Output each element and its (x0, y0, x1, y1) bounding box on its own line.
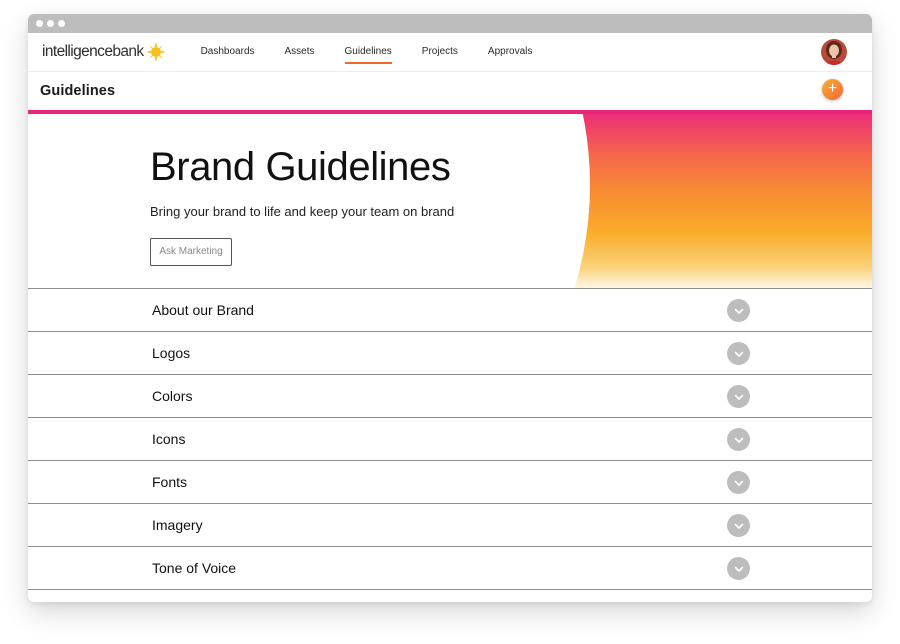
expand-chevron-button[interactable] (727, 428, 750, 451)
sun-logo-icon (145, 41, 167, 63)
section-label: About our Brand (152, 302, 254, 318)
chevron-down-icon (734, 351, 743, 357)
chevron-down-icon (734, 523, 743, 529)
section-row-fonts[interactable]: Fonts (28, 461, 872, 504)
section-row-icons[interactable]: Icons (28, 418, 872, 461)
section-label: Colors (152, 388, 193, 404)
ask-marketing-button[interactable]: Ask Marketing (150, 238, 232, 266)
section-row-logos[interactable]: Logos (28, 332, 872, 375)
section-row-tone-of-voice[interactable]: Tone of Voice (28, 547, 872, 590)
expand-chevron-button[interactable] (727, 299, 750, 322)
chevron-down-icon (734, 437, 743, 443)
hero-title: Brand Guidelines (150, 145, 451, 189)
chevron-down-icon (734, 566, 743, 572)
expand-chevron-button[interactable] (727, 557, 750, 580)
guideline-sections-list: About our Brand Logos Colors Icons Fonts (28, 288, 872, 590)
hero-banner: Brand Guidelines Bring your brand to lif… (28, 110, 872, 288)
nav-item-assets[interactable]: Assets (285, 44, 315, 60)
section-label: Logos (152, 345, 191, 361)
section-label: Imagery (152, 517, 203, 533)
section-row-imagery[interactable]: Imagery (28, 504, 872, 547)
browser-window: intelligence bank Dashboards Assets Guid… (28, 14, 872, 602)
nav-item-dashboards[interactable]: Dashboards (201, 44, 255, 60)
window-close-dot[interactable] (36, 20, 43, 27)
window-titlebar (28, 14, 872, 33)
section-label: Fonts (152, 474, 188, 490)
expand-chevron-button[interactable] (727, 514, 750, 537)
chevron-down-icon (734, 394, 743, 400)
section-label: Icons (152, 431, 186, 447)
window-minimize-dot[interactable] (47, 20, 54, 27)
logo-text-intelligence: intelligence (42, 43, 113, 60)
page-subheader: Guidelines + (28, 72, 872, 110)
chevron-down-icon (734, 308, 743, 314)
section-row-about-our-brand[interactable]: About our Brand (28, 289, 872, 332)
window-maximize-dot[interactable] (58, 20, 65, 27)
user-avatar[interactable] (821, 39, 847, 65)
plus-icon: + (827, 80, 838, 97)
hero-content: Brand Guidelines Bring your brand to lif… (150, 144, 454, 266)
expand-chevron-button[interactable] (727, 471, 750, 494)
section-label: Tone of Voice (152, 560, 237, 576)
main-nav: Dashboards Assets Guidelines Projects Ap… (201, 44, 563, 64)
expand-chevron-button[interactable] (727, 342, 750, 365)
top-navigation: intelligence bank Dashboards Assets Guid… (28, 33, 872, 72)
page-title: Guidelines (40, 83, 116, 99)
hero-subtitle: Bring your brand to life and keep your t… (150, 204, 455, 219)
section-row-colors[interactable]: Colors (28, 375, 872, 418)
add-button[interactable]: + (822, 79, 843, 100)
expand-chevron-button[interactable] (727, 385, 750, 408)
nav-item-projects[interactable]: Projects (422, 44, 458, 60)
nav-item-approvals[interactable]: Approvals (488, 44, 532, 60)
hero-gradient-panel (548, 114, 872, 288)
logo-text-bank: bank (112, 43, 144, 60)
nav-item-guidelines[interactable]: Guidelines (344, 44, 393, 64)
intelligencebank-logo[interactable]: intelligence bank (42, 41, 167, 63)
chevron-down-icon (734, 480, 743, 486)
